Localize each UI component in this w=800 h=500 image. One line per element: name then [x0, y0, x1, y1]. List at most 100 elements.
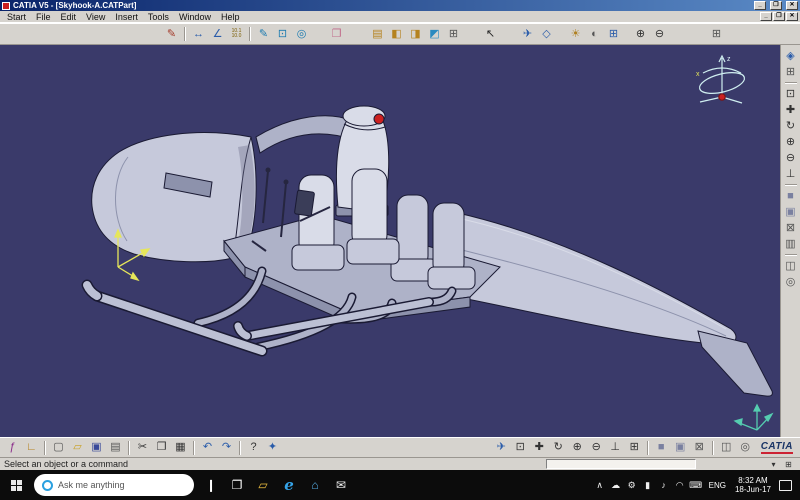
- menu-view[interactable]: View: [81, 12, 110, 22]
- render-icon[interactable]: ◨: [407, 26, 424, 43]
- hidden-icons-chevron[interactable]: ∧: [592, 474, 608, 496]
- network-icon[interactable]: ◠: [672, 474, 688, 496]
- mail-icon[interactable]: ✉: [328, 472, 354, 498]
- eraser-icon[interactable]: ❐: [328, 26, 345, 43]
- undo-icon[interactable]: ↶: [199, 439, 216, 456]
- measure-readout-icon[interactable]: 10.1 10.0: [228, 26, 245, 43]
- fly-icon[interactable]: ✈: [493, 439, 510, 456]
- examine-mode-icon[interactable]: ◇: [538, 26, 555, 43]
- measure-item-icon[interactable]: ∠: [209, 26, 226, 43]
- shaft-icon[interactable]: ◎: [293, 26, 310, 43]
- shading-edges-icon[interactable]: ▣: [783, 204, 799, 220]
- paint-properties-icon[interactable]: ✎: [163, 26, 180, 43]
- shading-icon[interactable]: ■: [653, 439, 670, 456]
- paste-icon[interactable]: ▦: [172, 439, 189, 456]
- helicopter-model[interactable]: z x: [0, 45, 780, 437]
- battery-icon[interactable]: ▮: [640, 474, 656, 496]
- zoom-in-icon[interactable]: ⊕: [783, 134, 799, 150]
- start-button[interactable]: [2, 471, 30, 499]
- zoom-in-icon[interactable]: ⊕: [632, 26, 649, 43]
- select-icon[interactable]: ↖: [482, 26, 499, 43]
- catalog-browser-icon[interactable]: ▤: [369, 26, 386, 43]
- language-indicator[interactable]: ENG: [704, 481, 731, 490]
- action-center-icon[interactable]: [779, 479, 792, 491]
- fit-all-in-icon[interactable]: ⊡: [512, 439, 529, 456]
- photo-studio-icon[interactable]: ◧: [388, 26, 405, 43]
- child-minimize-button[interactable]: _: [760, 12, 772, 21]
- zoom-out-icon[interactable]: ⊖: [588, 439, 605, 456]
- zoom-out-icon[interactable]: ⊖: [651, 26, 668, 43]
- child-close-button[interactable]: ✕: [786, 12, 798, 21]
- menu-insert[interactable]: Insert: [110, 12, 143, 22]
- power-input-toggle-icon[interactable]: ⊞: [782, 459, 795, 470]
- copy-icon[interactable]: ❐: [153, 439, 170, 456]
- apply-material-icon[interactable]: ◩: [426, 26, 443, 43]
- hidden-line-icon[interactable]: ▥: [783, 236, 799, 252]
- open-file-icon[interactable]: ▱: [69, 439, 86, 456]
- view-compass[interactable]: z x: [696, 54, 746, 104]
- measure-between-icon[interactable]: ↔: [190, 26, 207, 43]
- normal-view-icon[interactable]: ⊥: [607, 439, 624, 456]
- wireframe-icon[interactable]: ⊠: [783, 220, 799, 236]
- more-tools-icon[interactable]: ⊞: [708, 26, 725, 43]
- rotate-icon[interactable]: ↻: [550, 439, 567, 456]
- hide-show-icon[interactable]: ◫: [718, 439, 735, 456]
- help-icon[interactable]: ?: [245, 439, 262, 456]
- normal-view-icon[interactable]: ⊥: [783, 166, 799, 182]
- menu-edit[interactable]: Edit: [56, 12, 82, 22]
- depth-effect-icon[interactable]: ◐: [586, 26, 603, 43]
- sketcher-icon[interactable]: ✎: [255, 26, 272, 43]
- menu-help[interactable]: Help: [216, 12, 245, 22]
- edge-icon[interactable]: e: [276, 472, 302, 498]
- catia-app-icon[interactable]: [2, 1, 10, 10]
- hide-show-icon[interactable]: ◫: [783, 258, 799, 274]
- axis-system-icon[interactable]: ∟: [23, 439, 40, 456]
- new-file-icon[interactable]: ▢: [50, 439, 67, 456]
- swap-space-icon[interactable]: ◎: [783, 274, 799, 290]
- print-icon[interactable]: ▤: [107, 439, 124, 456]
- file-explorer-icon[interactable]: ▱: [250, 472, 276, 498]
- pan-icon[interactable]: ✚: [783, 102, 799, 118]
- fly-mode-icon[interactable]: ✈: [519, 26, 536, 43]
- pan-icon[interactable]: ✚: [531, 439, 548, 456]
- dialog-expand-icon[interactable]: ▾: [767, 459, 780, 470]
- pad-icon[interactable]: ⊡: [274, 26, 291, 43]
- menu-window[interactable]: Window: [174, 12, 216, 22]
- cut-icon[interactable]: ✂: [134, 439, 151, 456]
- settings-tray-icon[interactable]: ⚙: [624, 474, 640, 496]
- wireframe-icon[interactable]: ⊠: [691, 439, 708, 456]
- shading-edges-icon[interactable]: ▣: [672, 439, 689, 456]
- cortana-mic-icon[interactable]: ❙: [198, 472, 224, 498]
- fit-all-icon[interactable]: ⊡: [783, 86, 799, 102]
- shading-icon[interactable]: ■: [783, 188, 799, 204]
- light-effect-icon[interactable]: ☀: [567, 26, 584, 43]
- zoom-in-icon[interactable]: ⊕: [569, 439, 586, 456]
- keyboard-icon[interactable]: ⌨: [688, 474, 704, 496]
- task-view-icon[interactable]: ❐: [224, 472, 250, 498]
- redo-icon[interactable]: ↷: [218, 439, 235, 456]
- 3d-viewport[interactable]: z x: [0, 45, 780, 437]
- hyperlink-icon[interactable]: ✦: [264, 439, 281, 456]
- iso-view-icon[interactable]: ◈: [783, 48, 799, 64]
- menu-file[interactable]: File: [31, 12, 56, 22]
- store-icon[interactable]: ⌂: [302, 472, 328, 498]
- knowledge-formula-icon[interactable]: ƒ: [4, 439, 21, 456]
- menu-tools[interactable]: Tools: [143, 12, 174, 22]
- grid-icon[interactable]: ⊞: [605, 26, 622, 43]
- minimize-button[interactable]: _: [754, 1, 766, 10]
- cortana-search[interactable]: Ask me anything: [34, 474, 194, 496]
- graph-tree-icon[interactable]: ⊞: [445, 26, 462, 43]
- create-views-icon[interactable]: ⊞: [626, 439, 643, 456]
- rotate-icon[interactable]: ↻: [783, 118, 799, 134]
- onedrive-icon[interactable]: ☁: [608, 474, 624, 496]
- child-restore-button[interactable]: ❒: [773, 12, 785, 21]
- taskbar-clock[interactable]: 8:32 AM 18-Jun-17: [731, 476, 775, 494]
- maximize-button[interactable]: ❒: [770, 1, 782, 10]
- zoom-out-icon[interactable]: ⊖: [783, 150, 799, 166]
- close-button[interactable]: ✕: [786, 1, 798, 10]
- power-input-field[interactable]: [546, 459, 696, 469]
- volume-icon[interactable]: ♪: [656, 474, 672, 496]
- save-icon[interactable]: ▣: [88, 439, 105, 456]
- multi-view-icon[interactable]: ⊞: [783, 64, 799, 80]
- swap-visible-space-icon[interactable]: ◎: [737, 439, 754, 456]
